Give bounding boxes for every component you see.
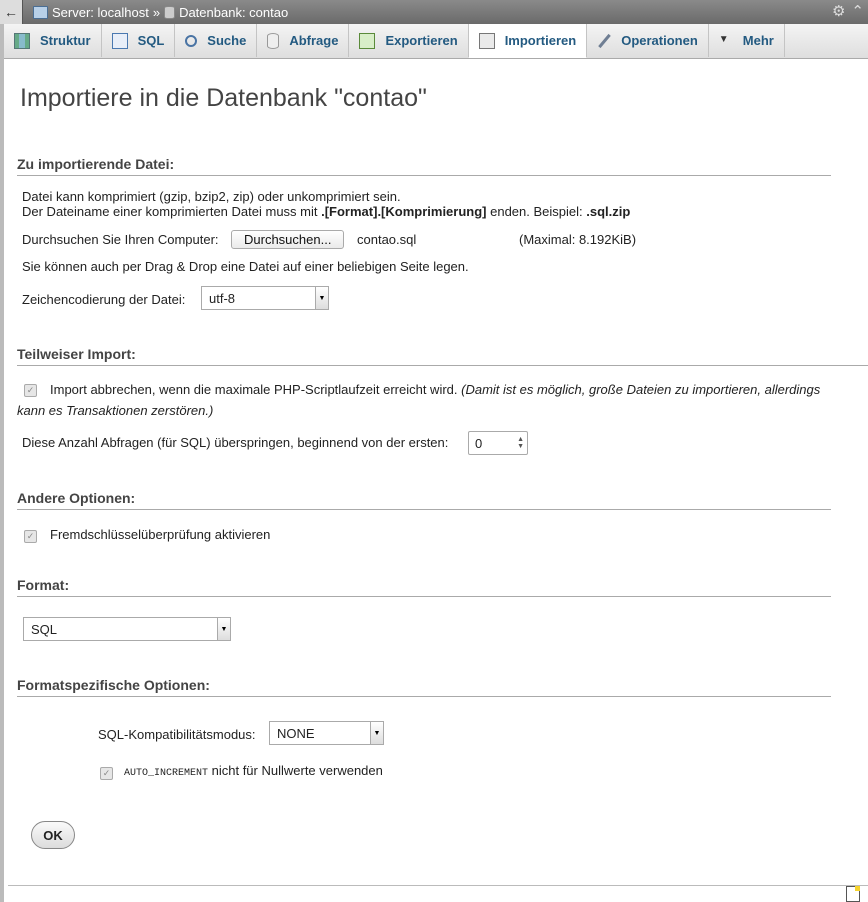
tab-sql[interactable]: SQL [102, 24, 176, 57]
tab-importieren[interactable]: Importieren [468, 24, 588, 58]
fk-checkbox[interactable]: ✓ [24, 530, 37, 544]
format-value: SQL [31, 621, 58, 637]
abort-text: Import abbrechen, wenn die maximale PHP-… [50, 382, 458, 397]
tab-label: Exportieren [385, 33, 458, 48]
format-pattern: .[Format].[Komprimierung] [321, 204, 487, 219]
bottom-divider [8, 885, 868, 886]
chevron-down-icon: ▼ [718, 33, 729, 45]
format-section: Format: [17, 577, 831, 597]
auto-increment-code: AUTO_INCREMENT [124, 768, 209, 779]
compression-info-2: Der Dateiname einer komprimierten Datei … [22, 204, 630, 219]
dragdrop-hint: Sie können auch per Drag & Drop eine Dat… [22, 259, 469, 274]
tab-label: Importieren [504, 33, 577, 48]
wrench-icon [597, 34, 611, 48]
selected-file-name: contao.sql [357, 232, 417, 247]
fk-label: Fremdschlüsselüberprüfung aktivieren [50, 527, 271, 542]
charset-label: Zeichencodierung der Datei: [22, 292, 186, 307]
tab-exportieren[interactable]: Exportieren [349, 24, 469, 57]
section-legend: Teilweiser Import: [17, 346, 868, 366]
sql-icon [111, 32, 128, 49]
stepper-arrows-icon[interactable]: ▲ ▼ [517, 436, 524, 450]
section-legend: Zu importierende Datei: [17, 156, 831, 176]
import-icon [478, 32, 495, 49]
tab-label: Mehr [742, 33, 774, 48]
info-text: Der Dateiname einer komprimierten Datei … [22, 204, 322, 219]
section-legend: Andere Optionen: [17, 490, 831, 510]
abort-line-2: kann es Transaktionen zerstören.) [17, 403, 213, 418]
breadcrumb-bar: ← Server: localhost » Datenbank: contao … [0, 0, 868, 24]
charset-select[interactable]: utf-8 ▼ [201, 286, 329, 310]
breadcrumb-database-label[interactable]: Datenbank: contao [179, 5, 288, 20]
chevron-down-icon: ▼ [217, 618, 230, 640]
other-options-section: Andere Optionen: [17, 490, 831, 510]
breadcrumb-separator: » [152, 4, 161, 20]
gear-icon[interactable]: ⚙ [832, 2, 845, 22]
format-select[interactable]: SQL ▼ [23, 617, 231, 641]
tab-bar: Struktur SQL Suche Abfrage Exportieren I… [4, 24, 868, 59]
tab-label: Abfrage [289, 33, 339, 48]
compression-info-1: Datei kann komprimiert (gzip, bzip2, zip… [22, 189, 401, 204]
search-icon [185, 34, 198, 47]
skip-label: Diese Anzahl Abfragen (für SQL) überspri… [22, 435, 449, 450]
back-arrow-icon[interactable]: ← [0, 0, 23, 24]
compat-value: NONE [277, 725, 315, 741]
format-specific-section: Formatspezifische Optionen: [17, 677, 831, 697]
auto-increment-checkbox[interactable]: ✓ [100, 767, 113, 781]
tab-struktur[interactable]: Struktur [4, 24, 102, 57]
chevron-down-icon: ▼ [315, 287, 328, 309]
tab-label: Suche [207, 33, 247, 48]
collapse-icon[interactable]: ⌃ [851, 2, 864, 22]
skip-value: 0 [475, 435, 483, 451]
database-icon [164, 5, 176, 19]
breadcrumb-server[interactable]: Server: localhost [33, 5, 149, 20]
file-section: Zu importierende Datei: [17, 156, 831, 176]
query-icon [267, 32, 280, 49]
tab-operationen[interactable]: Operationen [587, 24, 709, 57]
browse-button-label[interactable]: Durchsuchen... [231, 230, 345, 249]
left-frame-border [0, 24, 4, 902]
console-icon[interactable] [846, 886, 860, 902]
abort-checkbox[interactable]: ✓ [24, 384, 37, 398]
breadcrumb-server-label[interactable]: Server: localhost [52, 5, 149, 20]
breadcrumb-database[interactable]: Datenbank: contao [164, 5, 288, 20]
abort-checkbox-row: ✓ [24, 382, 37, 398]
structure-icon [14, 32, 30, 49]
section-legend: Format: [17, 577, 831, 597]
partial-import-section: Teilweiser Import: [17, 346, 868, 366]
skip-queries-input[interactable]: 0 ▲ ▼ [468, 431, 528, 455]
tab-label: Struktur [40, 33, 91, 48]
tab-label: Operationen [621, 33, 698, 48]
example-filename: .sql.zip [586, 204, 631, 219]
section-legend: Formatspezifische Optionen: [17, 677, 831, 697]
server-icon [33, 5, 48, 19]
abort-note: (Damit ist es möglich, große Dateien zu … [461, 382, 821, 397]
browse-button[interactable]: Durchsuchen... [231, 230, 345, 249]
info-text: enden. Beispiel: [486, 204, 587, 219]
charset-value: utf-8 [209, 290, 236, 306]
fk-checkbox-row: ✓ [24, 528, 37, 544]
tab-label: SQL [137, 33, 165, 48]
ok-button[interactable]: OK [31, 821, 75, 849]
compat-label: SQL-Kompatibilitätsmodus: [98, 727, 256, 742]
auto-increment-text: nicht für Nullwerte verwenden [208, 763, 383, 778]
export-icon [359, 32, 376, 49]
tab-suche[interactable]: Suche [175, 24, 258, 57]
tab-abfrage[interactable]: Abfrage [257, 24, 350, 57]
compat-mode-select[interactable]: NONE ▼ [269, 721, 384, 745]
auto-inc-label: AUTO_INCREMENT nicht für Nullwerte verwe… [124, 763, 383, 779]
page-title: Importiere in die Datenbank "contao" [20, 84, 427, 112]
chevron-down-icon: ▼ [370, 722, 383, 744]
auto-inc-checkbox-row: ✓ [100, 765, 113, 781]
abort-line-1: Import abbrechen, wenn die maximale PHP-… [50, 382, 820, 397]
abort-note-cont: kann es Transaktionen zerstören.) [17, 403, 214, 418]
browse-label: Durchsuchen Sie Ihren Computer: [22, 232, 219, 247]
max-size-label: (Maximal: 8.192KiB) [519, 232, 637, 247]
tab-mehr[interactable]: ▼ Mehr [709, 24, 785, 57]
